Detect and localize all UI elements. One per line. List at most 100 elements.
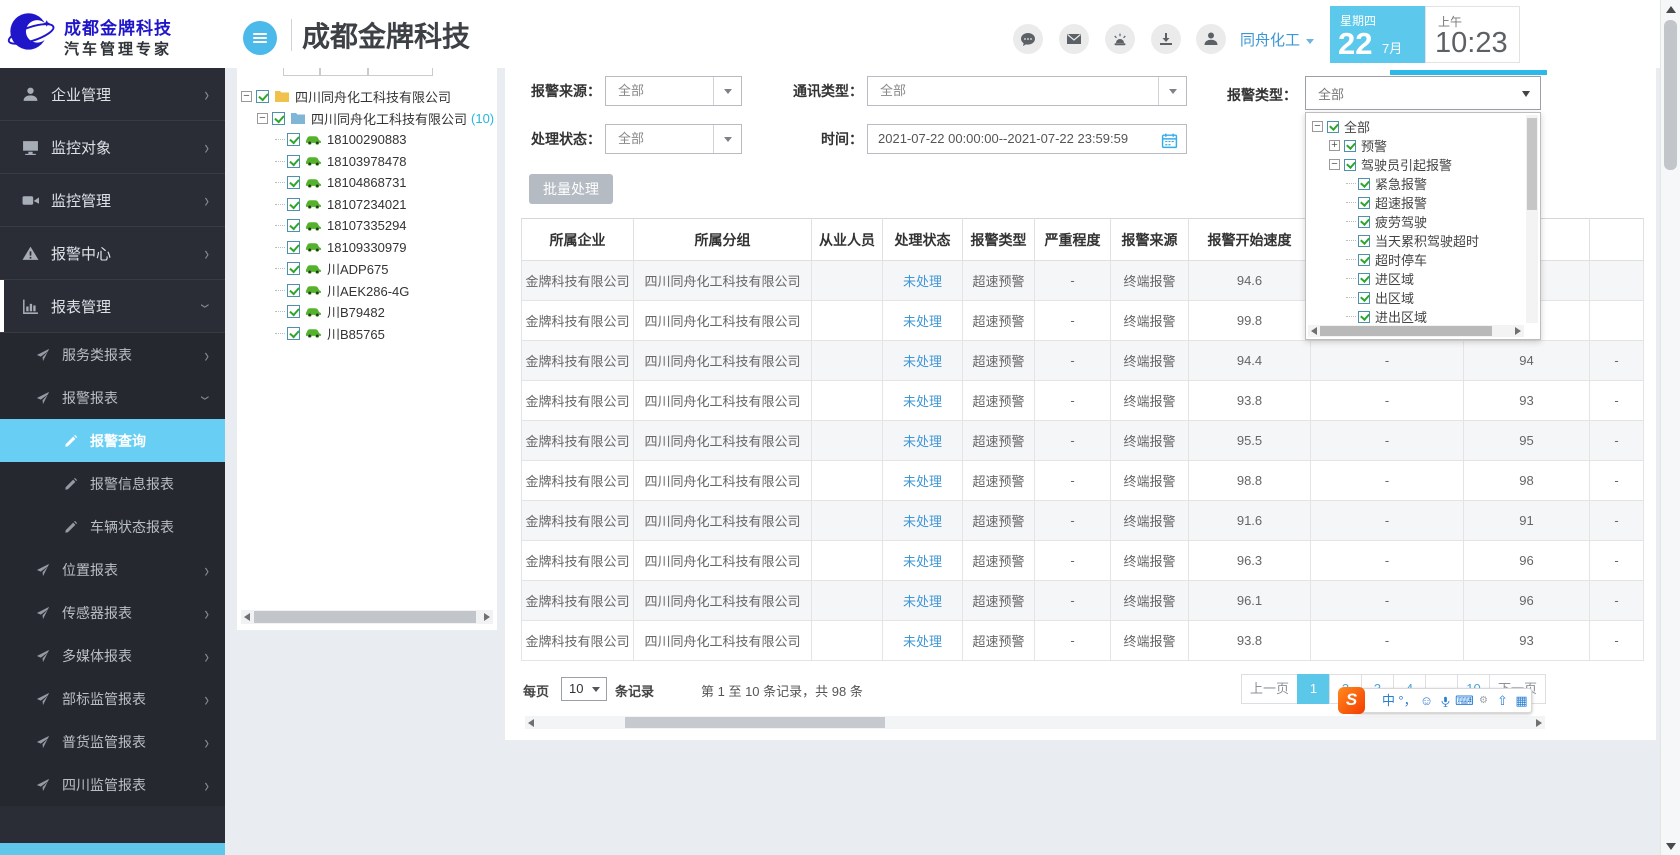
checkbox[interactable]: [1358, 311, 1370, 323]
dropdown-vertical-scrollbar[interactable]: [1526, 115, 1538, 323]
alarm-type-node-当天累积驾驶超时[interactable]: 当天累积驾驶超时: [1310, 231, 1523, 250]
page-button-1[interactable]: 1: [1297, 674, 1330, 704]
alarm-type-node-出区域[interactable]: 出区域: [1310, 288, 1523, 307]
scroll-left-icon[interactable]: [1311, 327, 1317, 335]
checkbox[interactable]: [1358, 235, 1370, 247]
sidebar-item-部标监管报表[interactable]: 部标监管报表›: [0, 677, 225, 720]
checkbox[interactable]: [287, 262, 300, 275]
tree-node-vehicle[interactable]: 18107234021: [237, 194, 497, 216]
checkbox[interactable]: [287, 241, 300, 254]
chat-icon[interactable]: [1013, 24, 1043, 54]
checkbox[interactable]: [287, 219, 300, 232]
sidebar-item-位置报表[interactable]: 位置报表›: [0, 548, 225, 591]
batch-process-button[interactable]: 批量处理: [529, 174, 613, 204]
user-icon[interactable]: [1196, 24, 1226, 54]
scroll-left-icon[interactable]: [244, 613, 250, 621]
handle-status-link[interactable]: 未处理: [903, 394, 942, 409]
sogou-logo-icon[interactable]: S: [1338, 687, 1365, 714]
tree-node-group[interactable]: −四川同舟化工科技有限公司(10): [237, 108, 497, 130]
skin-icon[interactable]: ⇧: [1493, 689, 1512, 712]
sidebar-item-报警信息报表[interactable]: 报警信息报表: [0, 462, 225, 505]
collapse-icon[interactable]: −: [1329, 159, 1340, 170]
tree-node-company[interactable]: −四川同舟化工科技有限公司: [237, 86, 497, 108]
sidebar-item-监控管理[interactable]: 监控管理›: [0, 174, 225, 227]
checkbox[interactable]: [1358, 273, 1370, 285]
handle-status-link[interactable]: 未处理: [903, 634, 942, 649]
scrollbar-thumb[interactable]: [1320, 326, 1492, 336]
tree-node-vehicle[interactable]: 18107335294: [237, 215, 497, 237]
scroll-right-icon[interactable]: [1536, 719, 1542, 727]
menu-toggle-button[interactable]: [243, 21, 277, 55]
alarm-type-node-进区域[interactable]: 进区域: [1310, 269, 1523, 288]
settings-icon[interactable]: ⚙: [1474, 689, 1493, 712]
handle-status-select[interactable]: 全部: [605, 124, 742, 154]
handle-status-link[interactable]: 未处理: [903, 314, 942, 329]
sidebar-item-监控对象[interactable]: 监控对象›: [0, 121, 225, 174]
table-horizontal-scrollbar[interactable]: [525, 716, 1545, 729]
expand-icon[interactable]: +: [1329, 140, 1340, 151]
handle-status-link[interactable]: 未处理: [903, 474, 942, 489]
handle-status-link[interactable]: 未处理: [903, 554, 942, 569]
alarm-type-node-全部[interactable]: −全部: [1310, 117, 1523, 136]
tree-horizontal-scrollbar[interactable]: [241, 610, 493, 624]
checkbox[interactable]: [1358, 292, 1370, 304]
collapse-icon[interactable]: −: [1312, 121, 1323, 132]
scrollbar-thumb[interactable]: [625, 717, 885, 728]
scroll-right-icon[interactable]: [1515, 327, 1521, 335]
checkbox[interactable]: [1358, 197, 1370, 209]
sidebar-item-报警查询[interactable]: 报警查询: [0, 419, 225, 462]
scrollbar-thumb[interactable]: [254, 611, 476, 623]
toolbox-icon[interactable]: ▦: [1512, 689, 1531, 712]
alarm-type-node-预警[interactable]: +预警: [1310, 136, 1523, 155]
checkbox[interactable]: [287, 176, 300, 189]
checkbox[interactable]: [287, 155, 300, 168]
checkbox[interactable]: [287, 284, 300, 297]
sidebar-item-报警报表[interactable]: 报警报表›: [0, 376, 225, 419]
alarm-type-node-驾驶员引起报警[interactable]: −驾驶员引起报警: [1310, 155, 1523, 174]
handle-status-link[interactable]: 未处理: [903, 354, 942, 369]
sidebar-item-多媒体报表[interactable]: 多媒体报表›: [0, 634, 225, 677]
checkbox[interactable]: [1358, 178, 1370, 190]
dropdown-horizontal-scrollbar[interactable]: [1308, 325, 1524, 337]
handle-status-link[interactable]: 未处理: [903, 514, 942, 529]
alarm-type-node-疲劳驾驶[interactable]: 疲劳驾驶: [1310, 212, 1523, 231]
checkbox[interactable]: [1327, 121, 1339, 133]
checkbox[interactable]: [1358, 216, 1370, 228]
tree-node-vehicle[interactable]: 川B79482: [237, 301, 497, 323]
alarm-type-node-超时停车[interactable]: 超时停车: [1310, 250, 1523, 269]
comm-type-select[interactable]: 全部: [867, 76, 1187, 106]
alarm-type-node-进出区域[interactable]: 进出区域: [1310, 307, 1523, 323]
handle-status-link[interactable]: 未处理: [903, 434, 942, 449]
emoji-icon[interactable]: ☺: [1417, 689, 1436, 712]
handle-status-link[interactable]: 未处理: [903, 274, 942, 289]
tree-node-vehicle[interactable]: 川ADP675: [237, 258, 497, 280]
download-icon[interactable]: [1151, 24, 1181, 54]
sidebar-item-车辆状态报表[interactable]: 车辆状态报表: [0, 505, 225, 548]
alarm-source-select[interactable]: 全部: [605, 76, 742, 106]
sidebar-item-报警中心[interactable]: 报警中心›: [0, 227, 225, 280]
checkbox[interactable]: [287, 305, 300, 318]
mail-icon[interactable]: [1059, 24, 1089, 54]
sidebar-item-普货监管报表[interactable]: 普货监管报表›: [0, 720, 225, 763]
tree-node-vehicle[interactable]: 川AEK286-4G: [237, 280, 497, 302]
collapse-icon[interactable]: −: [241, 91, 252, 102]
checkbox[interactable]: [1344, 140, 1356, 152]
tree-node-vehicle[interactable]: 18100290883: [237, 129, 497, 151]
calendar-icon[interactable]: [1161, 131, 1178, 148]
time-range-input[interactable]: 2021-07-22 00:00:00--2021-07-22 23:59:59: [867, 124, 1187, 154]
scroll-right-icon[interactable]: [484, 613, 490, 621]
scroll-up-icon[interactable]: [1666, 6, 1676, 13]
scroll-down-icon[interactable]: [1666, 843, 1676, 850]
alarm-type-node-超速报警[interactable]: 超速报警: [1310, 193, 1523, 212]
prev-page-button[interactable]: 上一页: [1241, 674, 1298, 704]
alarm-type-select[interactable]: 全部: [1305, 76, 1541, 110]
sidebar-item-报表管理[interactable]: 报表管理›: [0, 280, 225, 333]
collapse-icon[interactable]: −: [257, 113, 268, 124]
user-menu[interactable]: 同舟化工: [1240, 29, 1314, 50]
handle-status-link[interactable]: 未处理: [903, 594, 942, 609]
checkbox[interactable]: [1358, 254, 1370, 266]
tree-node-vehicle[interactable]: 川B85765: [237, 323, 497, 345]
checkbox[interactable]: [287, 327, 300, 340]
checkbox[interactable]: [256, 90, 269, 103]
punctuation-icon[interactable]: °，: [1398, 689, 1417, 712]
